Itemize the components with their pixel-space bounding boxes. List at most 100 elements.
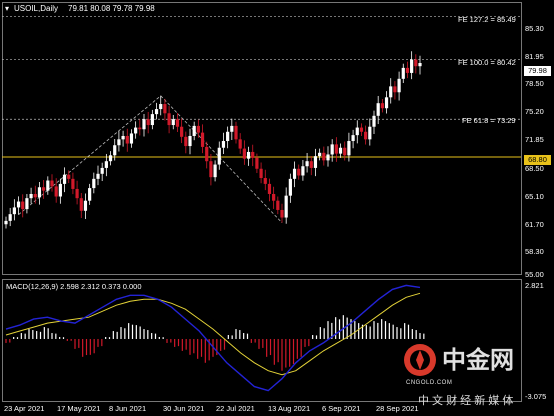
horizontal-line-price-box: 68.80 (524, 155, 551, 165)
candle-body (372, 115, 376, 127)
brand-name: 中金网 (442, 347, 514, 374)
candle-body (242, 148, 246, 159)
candle-body (309, 161, 313, 168)
date-tick: 22 Jul 2021 (216, 404, 255, 413)
brand-domain: CNGOLD.COM (406, 380, 453, 386)
candle-body (292, 168, 297, 179)
candle-body (368, 126, 372, 140)
candle-body (154, 109, 159, 115)
candle-body (217, 147, 221, 165)
candle-body (4, 220, 8, 225)
macd-label: MACD(12,26,9) 2.598 2.312 0.373 0.000 (6, 282, 142, 291)
price-tick: 65.10 (525, 192, 544, 201)
candle-body (246, 151, 251, 159)
date-tick: 30 Jun 2021 (163, 404, 205, 413)
candle-body (62, 174, 67, 184)
candle-body (313, 156, 318, 168)
candle-body (142, 119, 146, 130)
candle-body (263, 178, 267, 184)
current-price-box: 79.98 (524, 66, 551, 76)
candle-body (280, 209, 284, 218)
chart-window: ▾ USOIL,Daily 79.81 80.08 79.78 79.98 FE… (0, 0, 554, 416)
price-tick: 71.85 (525, 135, 544, 144)
price-tick: 55.00 (525, 270, 544, 279)
candle-body (226, 131, 230, 142)
candle-body (322, 152, 326, 161)
candle-body (150, 114, 154, 126)
candle-body (234, 125, 238, 140)
candle-body (393, 86, 397, 93)
date-tick: 8 Jun 2021 (109, 404, 147, 413)
candle-body (405, 67, 410, 73)
candle-body (200, 132, 205, 147)
candle-body (397, 78, 401, 93)
candle-body (364, 131, 368, 140)
candle-body (318, 152, 322, 157)
candle-body (184, 136, 188, 147)
candle-body (205, 146, 209, 162)
date-tick: 13 Aug 2021 (268, 404, 311, 413)
fib-label-100: FE 100.0 = 80.42 (458, 58, 516, 67)
candle-body (238, 139, 242, 149)
macd-signal-line (5, 292, 421, 376)
candle-body (159, 104, 163, 110)
candle-body (42, 187, 46, 191)
date-tick: 23 Apr 2021 (4, 404, 45, 413)
candle-body (192, 125, 196, 136)
candle-body (284, 195, 288, 218)
brand-watermark: 中金网 CNGOLD.COM 中 文 财 经 新 媒 体 (400, 340, 550, 412)
price-tick: 81.95 (525, 52, 544, 61)
candle-body (50, 180, 54, 187)
candle-body (134, 127, 138, 134)
candle-body (251, 151, 255, 158)
candle-body (88, 188, 92, 201)
price-tick: 75.20 (525, 107, 544, 116)
candle-body (255, 157, 259, 169)
candle-body (305, 161, 309, 167)
candle-body (259, 168, 263, 179)
candle-body (338, 147, 343, 154)
macd-main-line (5, 284, 421, 392)
candle-body (37, 187, 42, 198)
candle-body (180, 126, 184, 137)
candle-body (117, 139, 121, 146)
price-tick: 58.30 (525, 247, 544, 256)
macd-indicator (5, 284, 425, 392)
symbol-label: USOIL,Daily (14, 4, 59, 13)
candle-body (163, 104, 167, 114)
candle-body (401, 67, 405, 79)
candle-body (288, 178, 292, 196)
candle-body (376, 103, 380, 116)
candle-body (410, 59, 414, 73)
fib-trend-line (160, 95, 283, 224)
candle-body (351, 135, 355, 142)
candle-body (276, 200, 280, 210)
candle-body (104, 161, 108, 168)
candle-body (92, 178, 96, 189)
candle-body (121, 135, 125, 140)
candle-body (58, 183, 62, 197)
candle-body (188, 135, 192, 147)
candle-body (414, 59, 418, 67)
candle-body (355, 127, 359, 136)
brand-logo-icon (404, 344, 436, 376)
candle-body (100, 167, 104, 174)
price-tick: 85.30 (525, 24, 544, 33)
candle-body (359, 127, 364, 132)
candle-body (380, 103, 384, 109)
candle-body (54, 186, 58, 197)
candle-body (267, 183, 272, 194)
candle-body (71, 178, 75, 189)
candle-body (16, 201, 21, 208)
candle-body (272, 193, 276, 201)
candle-body (67, 174, 71, 179)
macd-axis-top: 2.821 (525, 281, 544, 290)
candle-body (125, 135, 129, 144)
candle-body (79, 198, 83, 211)
fib-trend-lines (18, 95, 283, 224)
candle-body (418, 63, 422, 67)
candle-body (175, 119, 180, 127)
main-panel-border (2, 2, 522, 275)
candle-body (75, 188, 79, 199)
candle-body (297, 168, 301, 176)
